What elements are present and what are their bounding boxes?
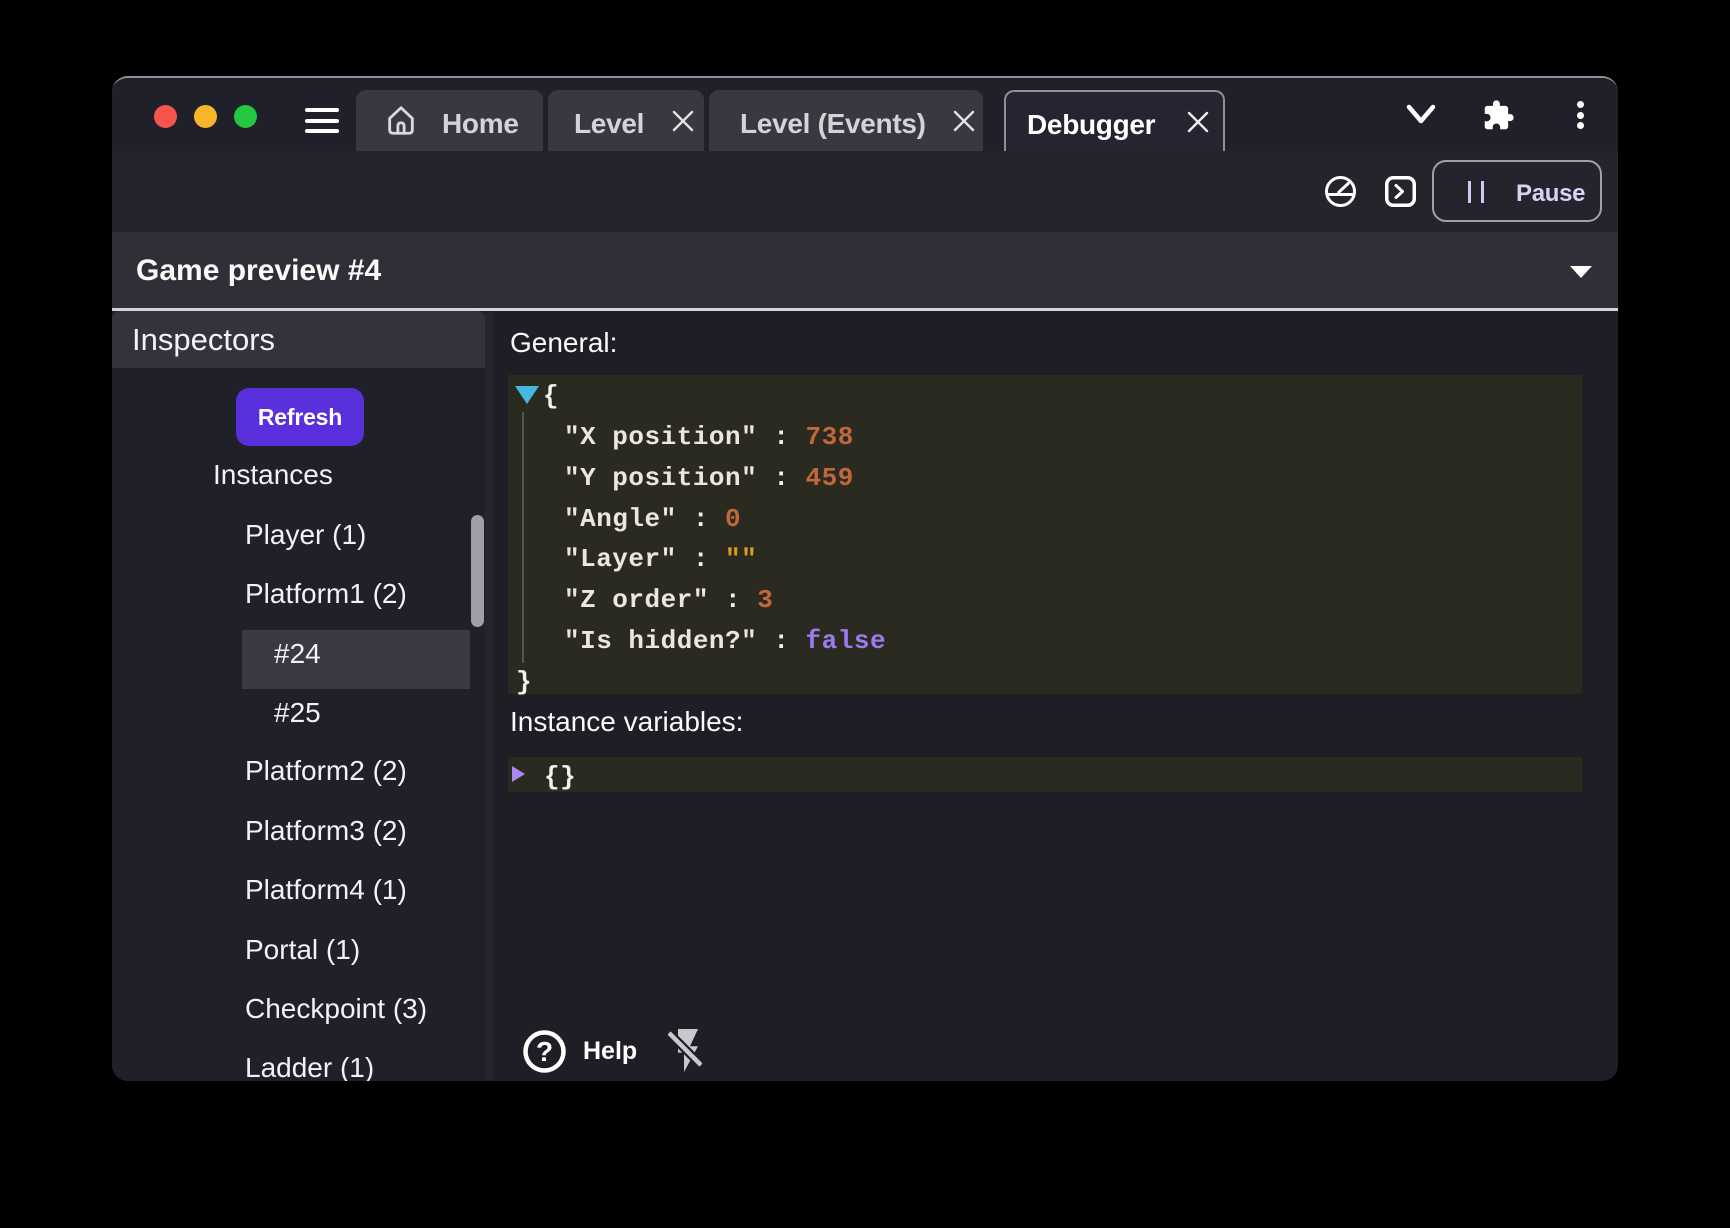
svg-text:?: ?: [536, 1036, 553, 1067]
